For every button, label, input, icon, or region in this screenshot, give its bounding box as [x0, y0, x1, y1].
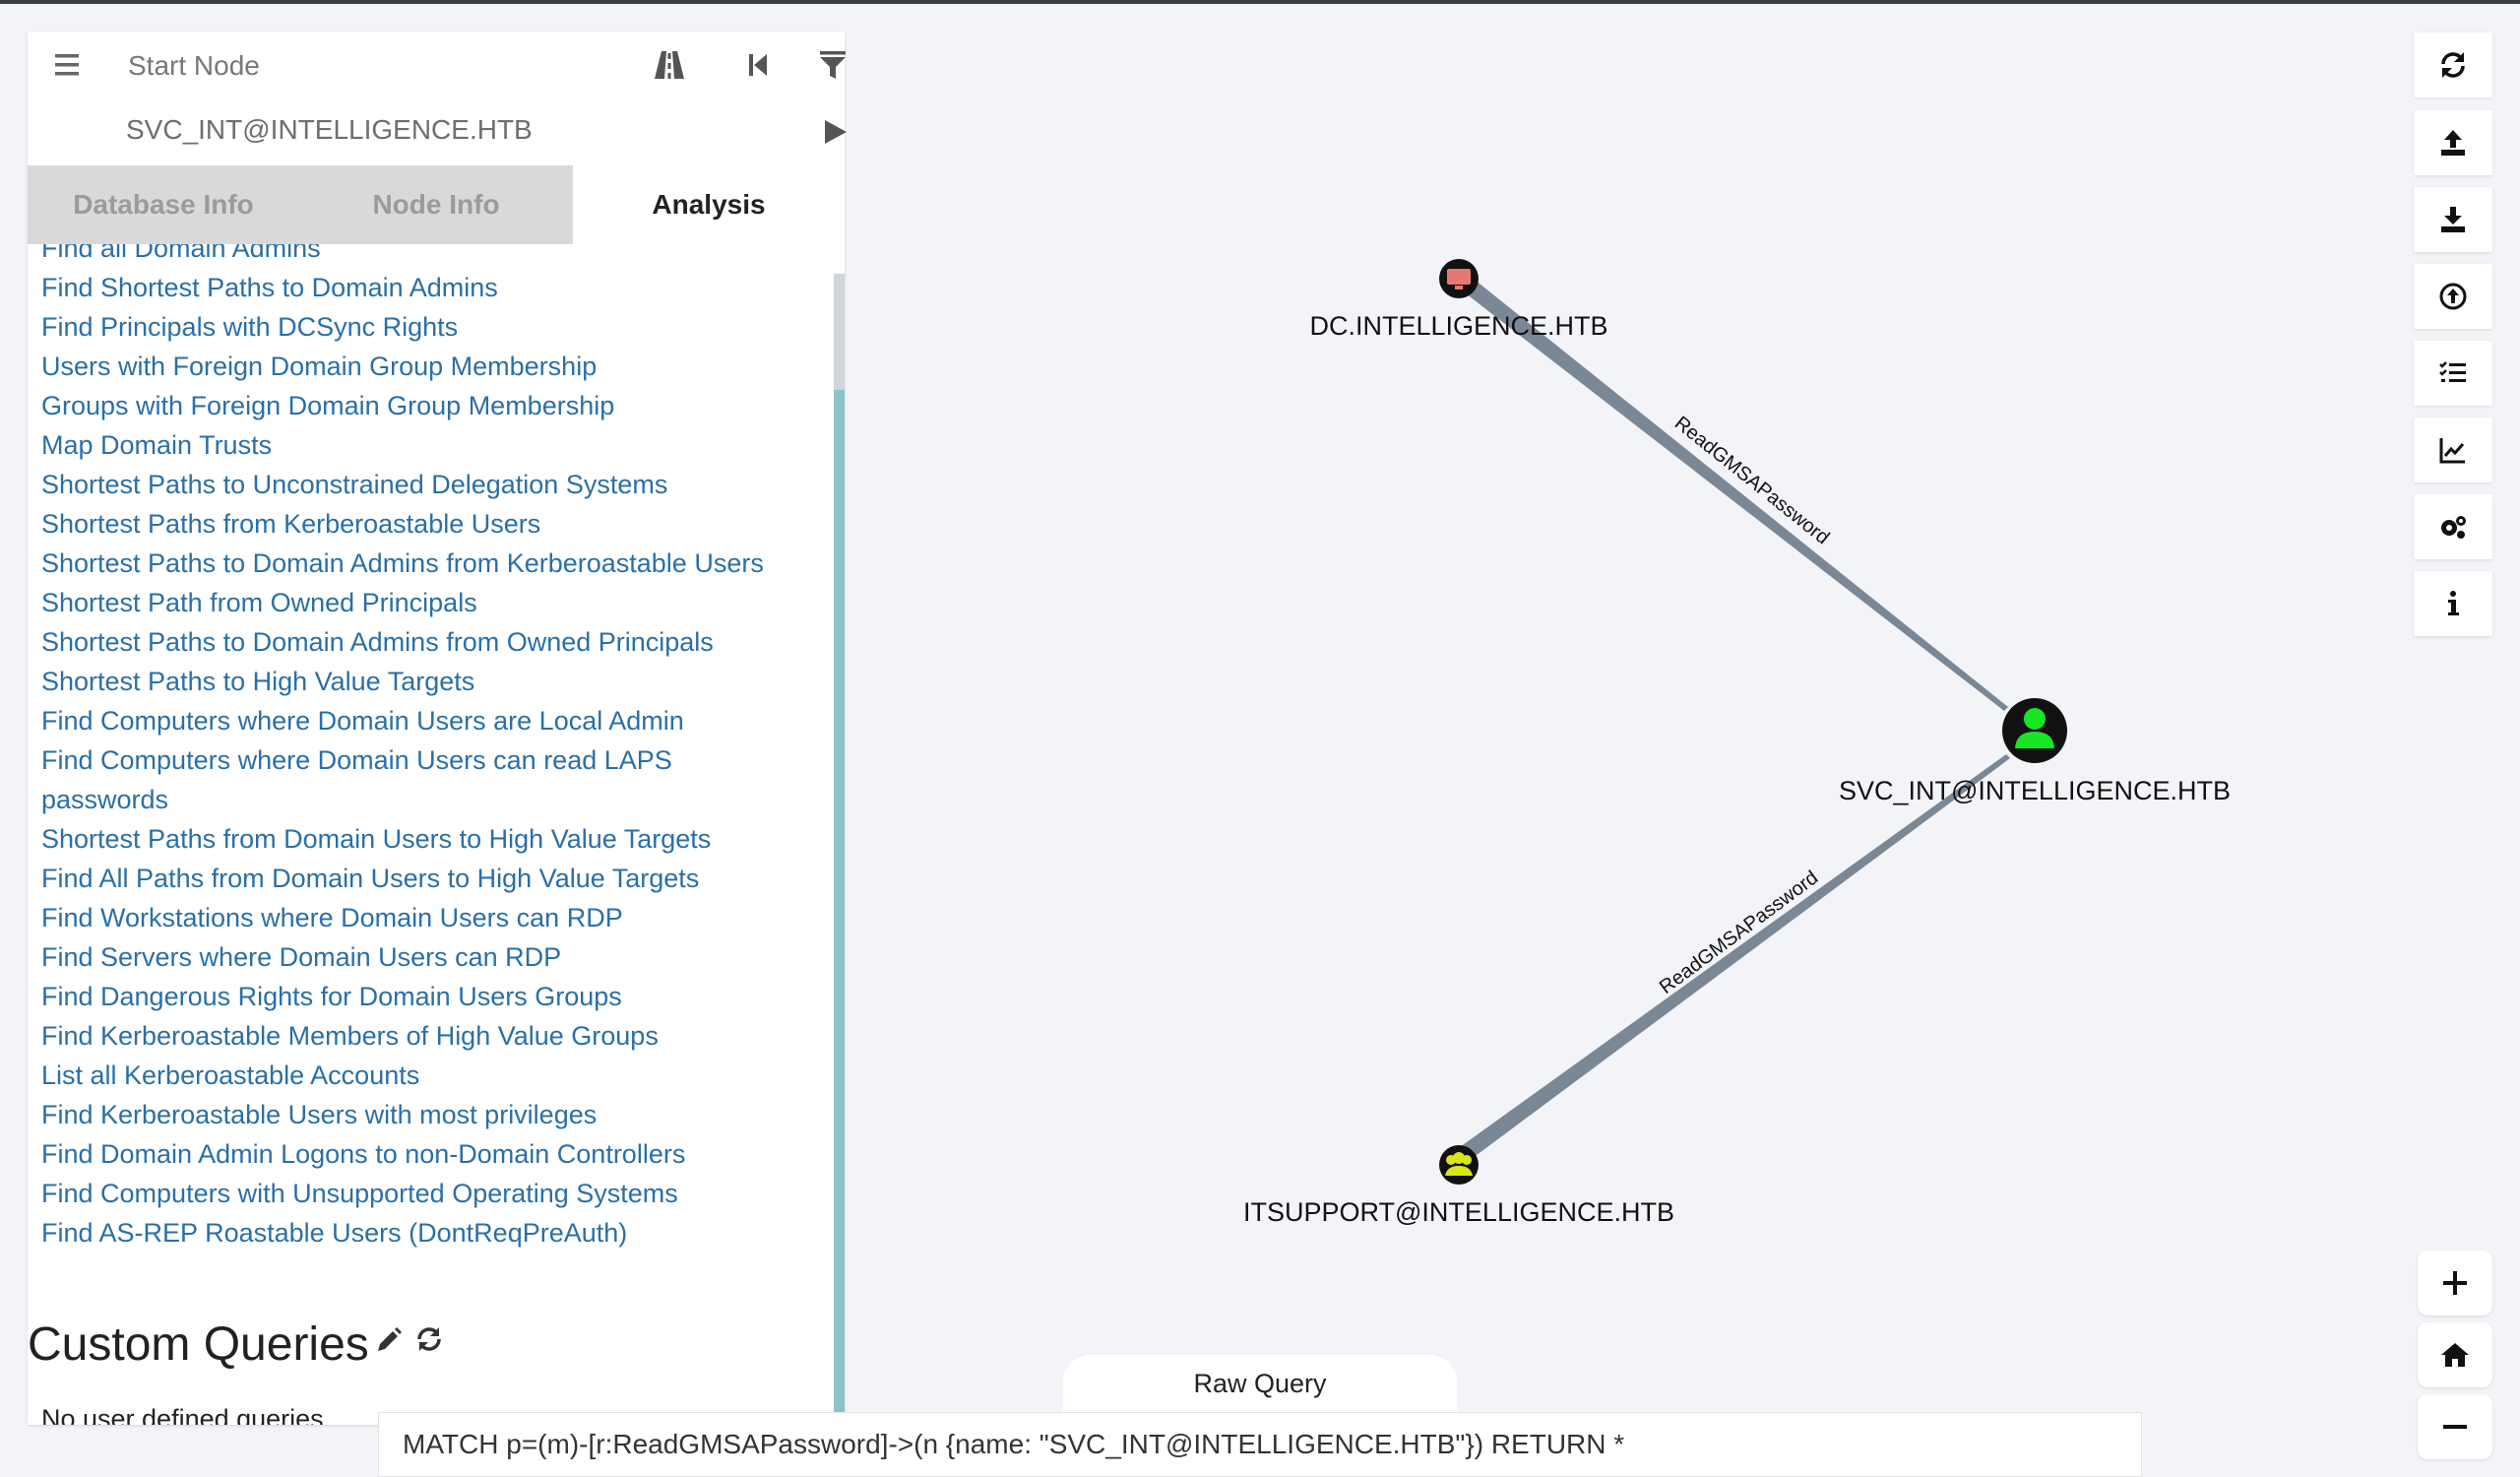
query-item[interactable]: Users with Foreign Domain Group Membersh… [41, 347, 829, 386]
query-item[interactable]: Shortest Paths to Unconstrained Delegati… [41, 465, 829, 504]
start-node-row [28, 32, 846, 98]
query-item[interactable]: Groups with Foreign Domain Group Members… [41, 386, 829, 425]
settings-button[interactable] [2414, 494, 2492, 559]
custom-queries-title: Custom Queries [28, 1318, 369, 1371]
query-item[interactable]: Shortest Paths to Domain Admins from Ker… [41, 544, 829, 583]
refresh-button[interactable] [2414, 32, 2492, 97]
import-button[interactable] [2414, 187, 2492, 252]
raw-query-toggle[interactable]: Raw Query [1063, 1355, 1457, 1416]
left-panel: SVC_INT@INTELLIGENCE.HTB Database Info N… [28, 32, 847, 1425]
query-item[interactable]: Find Shortest Paths to Domain Admins [41, 268, 829, 307]
task-list-icon [2439, 361, 2466, 382]
query-item[interactable]: Shortest Paths to High Value Targets [41, 662, 829, 701]
node-label-dc: DC.INTELLIGENCE.HTB [1309, 311, 1608, 341]
query-item[interactable]: Find Computers with Unsupported Operatin… [41, 1174, 829, 1213]
zoom-in-button[interactable] [2418, 1251, 2492, 1316]
computer-icon [1447, 269, 1471, 285]
plus-icon [2443, 1271, 2467, 1295]
panel-tabs: Database Info Node Info Analysis [28, 165, 845, 244]
query-item[interactable]: Find Dangerous Rights for Domain Users G… [41, 977, 829, 1016]
group-node-itsupport[interactable] [1439, 1145, 1479, 1185]
query-item[interactable]: Shortest Path from Owned Principals [41, 583, 829, 622]
minus-icon [2443, 1425, 2467, 1429]
edge-label-bottom: ReadGMSAPassword [1656, 867, 1822, 998]
gears-icon [2441, 516, 2466, 539]
custom-queries-actions [374, 1323, 445, 1360]
query-item[interactable]: Shortest Paths to Domain Admins from Own… [41, 622, 829, 662]
user-node-svc[interactable] [2002, 698, 2067, 763]
custom-queries-empty: No user defined queries. [41, 1404, 332, 1425]
road-pathfinding-icon[interactable] [652, 47, 687, 83]
query-item[interactable]: Find Computers where Domain Users can re… [41, 740, 750, 819]
query-item[interactable]: List all Kerberoastable Accounts [41, 1056, 829, 1095]
play-icon[interactable] [817, 114, 852, 150]
pencil-icon[interactable] [374, 1325, 404, 1355]
sync-icon [2441, 52, 2465, 78]
node-label-itsupport: ITSUPPORT@INTELLIGENCE.HTB [1243, 1197, 1674, 1227]
scrollbar-thumb[interactable] [834, 274, 845, 390]
query-item[interactable]: Find Kerberoastable Members of High Valu… [41, 1016, 829, 1056]
query-item[interactable]: Map Domain Trusts [41, 425, 829, 465]
query-item[interactable]: Find all Domain Admins [41, 244, 829, 268]
target-node-row: SVC_INT@INTELLIGENCE.HTB [28, 98, 847, 165]
back-step-icon[interactable] [740, 47, 776, 83]
export-button[interactable] [2414, 110, 2492, 175]
query-item[interactable]: Find Computers where Domain Users are Lo… [41, 701, 829, 740]
start-node-input[interactable] [126, 41, 642, 91]
chart-line-icon [2439, 438, 2465, 464]
query-item[interactable]: Shortest Paths from Domain Users to High… [41, 819, 829, 859]
tab-node-info[interactable]: Node Info [299, 165, 573, 244]
download-icon [2441, 207, 2465, 232]
prebuilt-query-list: Find all Domain Admins Find Shortest Pat… [41, 244, 829, 1252]
hamburger-menu-icon[interactable] [51, 49, 87, 81]
user-icon [2024, 708, 2046, 730]
home-icon [2441, 1343, 2469, 1367]
upload-icon [2441, 130, 2465, 156]
edge-label-top: ReadGMSAPassword [1670, 413, 1834, 549]
upload-data-button[interactable] [2414, 264, 2492, 329]
query-item[interactable]: Shortest Paths from Kerberoastable Users [41, 504, 829, 544]
query-item[interactable]: Find AS-REP Roastable Users (DontReqPreA… [41, 1213, 829, 1252]
analysis-content: Find all Domain Admins Find Shortest Pat… [28, 244, 845, 1425]
raw-query-input[interactable] [378, 1412, 2142, 1477]
group-icon [1445, 1152, 1473, 1176]
query-item[interactable]: Find Kerberoastable Users with most priv… [41, 1095, 829, 1134]
arrow-circle-up-icon [2439, 283, 2467, 310]
edge-bottom[interactable] [1453, 754, 2010, 1164]
info-icon [2448, 591, 2459, 615]
scrollbar-track[interactable] [834, 274, 845, 1425]
change-layout-button[interactable] [2414, 417, 2492, 482]
node-label-svc: SVC_INT@INTELLIGENCE.HTB [1839, 776, 2231, 805]
refresh-icon[interactable] [413, 1323, 445, 1355]
computer-node-dc[interactable] [1439, 259, 1479, 298]
query-item[interactable]: Find All Paths from Domain Users to High… [41, 859, 829, 898]
filter-icon[interactable] [815, 47, 850, 83]
tab-analysis[interactable]: Analysis [573, 165, 845, 244]
selected-node-text[interactable]: SVC_INT@INTELLIGENCE.HTB [126, 114, 533, 146]
query-item[interactable]: Find Principals with DCSync Rights [41, 307, 829, 347]
query-item[interactable]: Find Domain Admin Logons to non-Domain C… [41, 1134, 829, 1174]
reset-view-button[interactable] [2418, 1322, 2492, 1387]
tab-database-info[interactable]: Database Info [28, 165, 299, 244]
zoom-out-button[interactable] [2418, 1394, 2492, 1459]
queue-status-button[interactable] [2414, 341, 2492, 406]
query-item[interactable]: Find Servers where Domain Users can RDP [41, 937, 829, 977]
query-item[interactable]: Find Workstations where Domain Users can… [41, 898, 829, 937]
about-button[interactable] [2414, 571, 2492, 636]
